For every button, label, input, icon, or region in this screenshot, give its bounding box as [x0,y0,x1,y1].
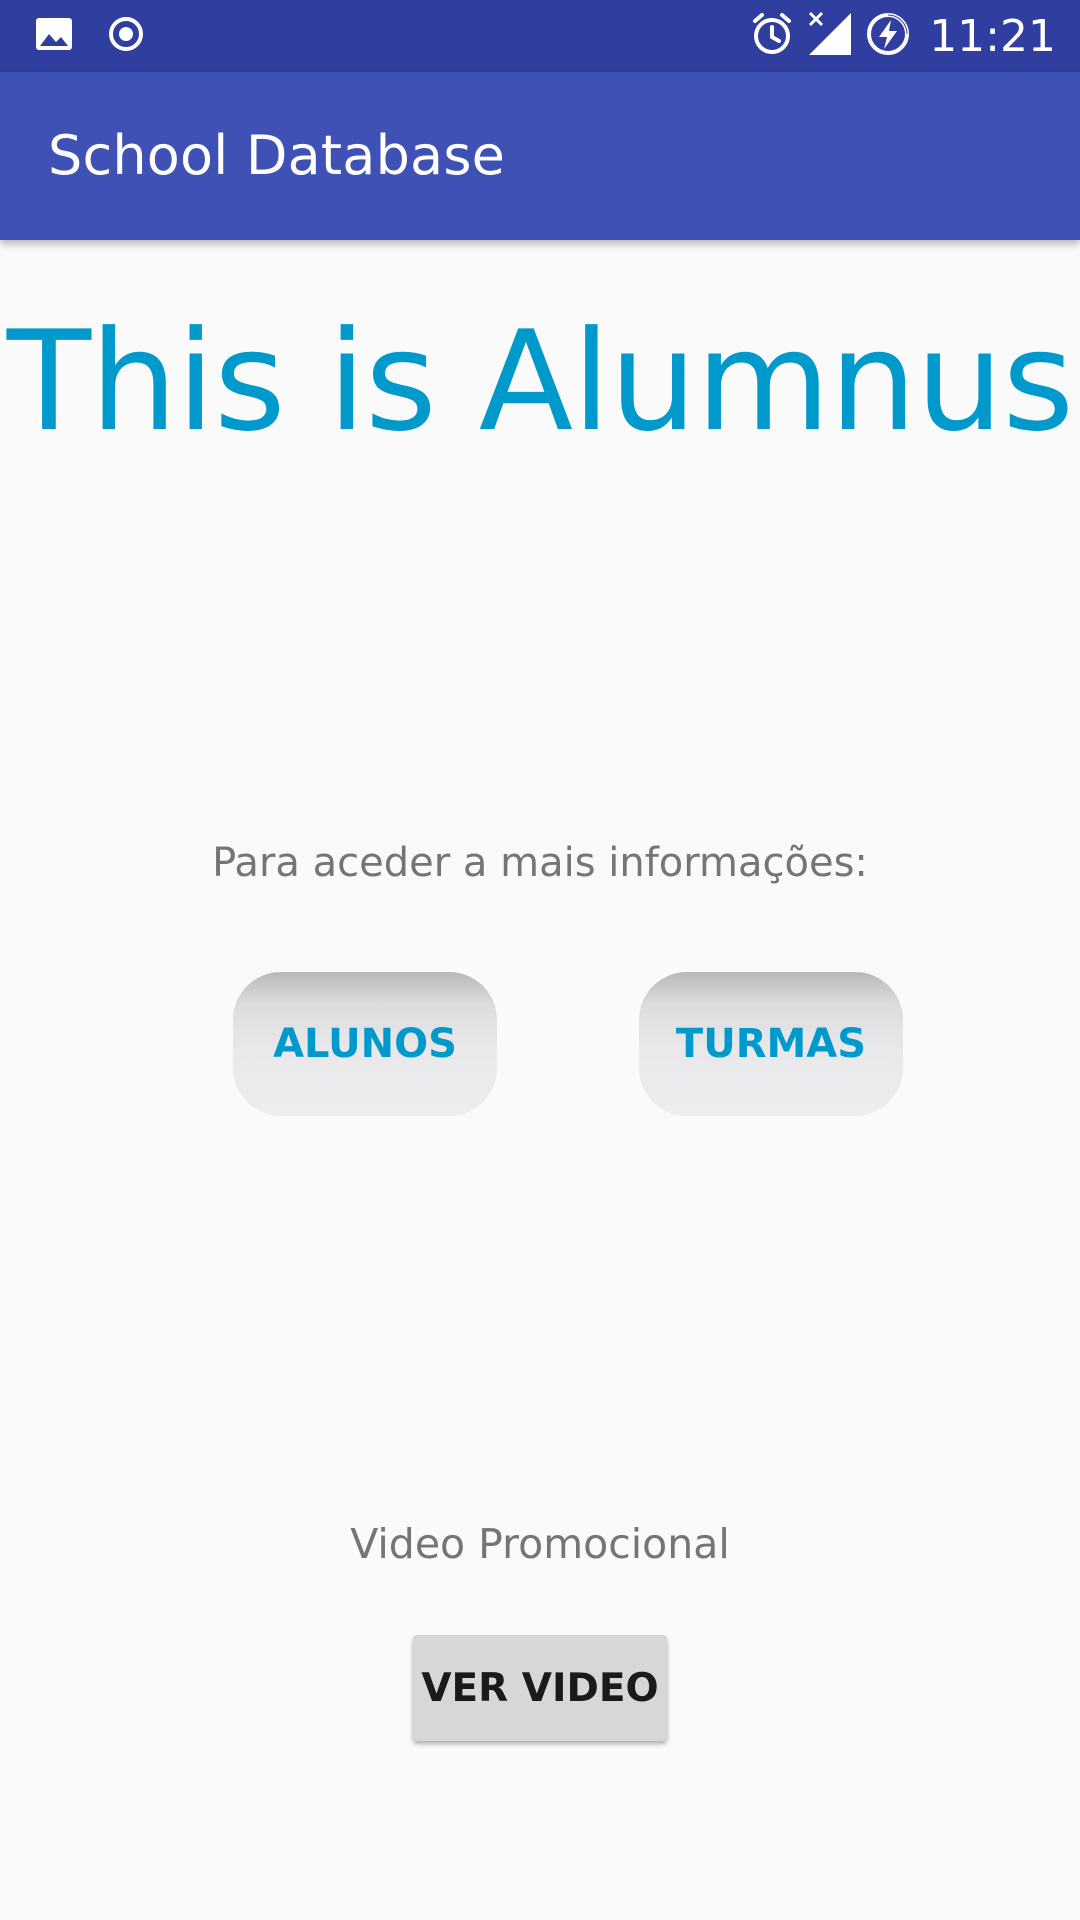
status-time: 11:21 [929,10,1056,62]
alunos-button-label: ALUNOS [273,1021,457,1067]
app-title: School Database [48,124,506,187]
alarm-icon [749,11,795,61]
record-icon [106,14,146,58]
ver-video-button[interactable]: VER VIDEO [413,1635,667,1741]
battery-charging-icon [865,11,911,61]
turmas-button[interactable]: TURMAS [639,972,903,1116]
app-bar: School Database [0,72,1080,240]
video-label: Video Promocional [350,1520,730,1568]
info-label: Para aceder a mais informações: [212,840,868,886]
turmas-button-label: TURMAS [675,1021,867,1067]
ver-video-button-label: VER VIDEO [421,1665,659,1711]
alunos-button[interactable]: ALUNOS [233,972,497,1116]
status-bar: 11:21 [0,0,1080,72]
status-icons: 11:21 [749,0,1056,72]
headline: This is Alumnus [6,301,1074,462]
signal-off-icon [807,11,853,61]
image-icon [34,14,74,58]
screen: 11:21 School Database This is Alumnus Pa… [0,0,1080,1920]
